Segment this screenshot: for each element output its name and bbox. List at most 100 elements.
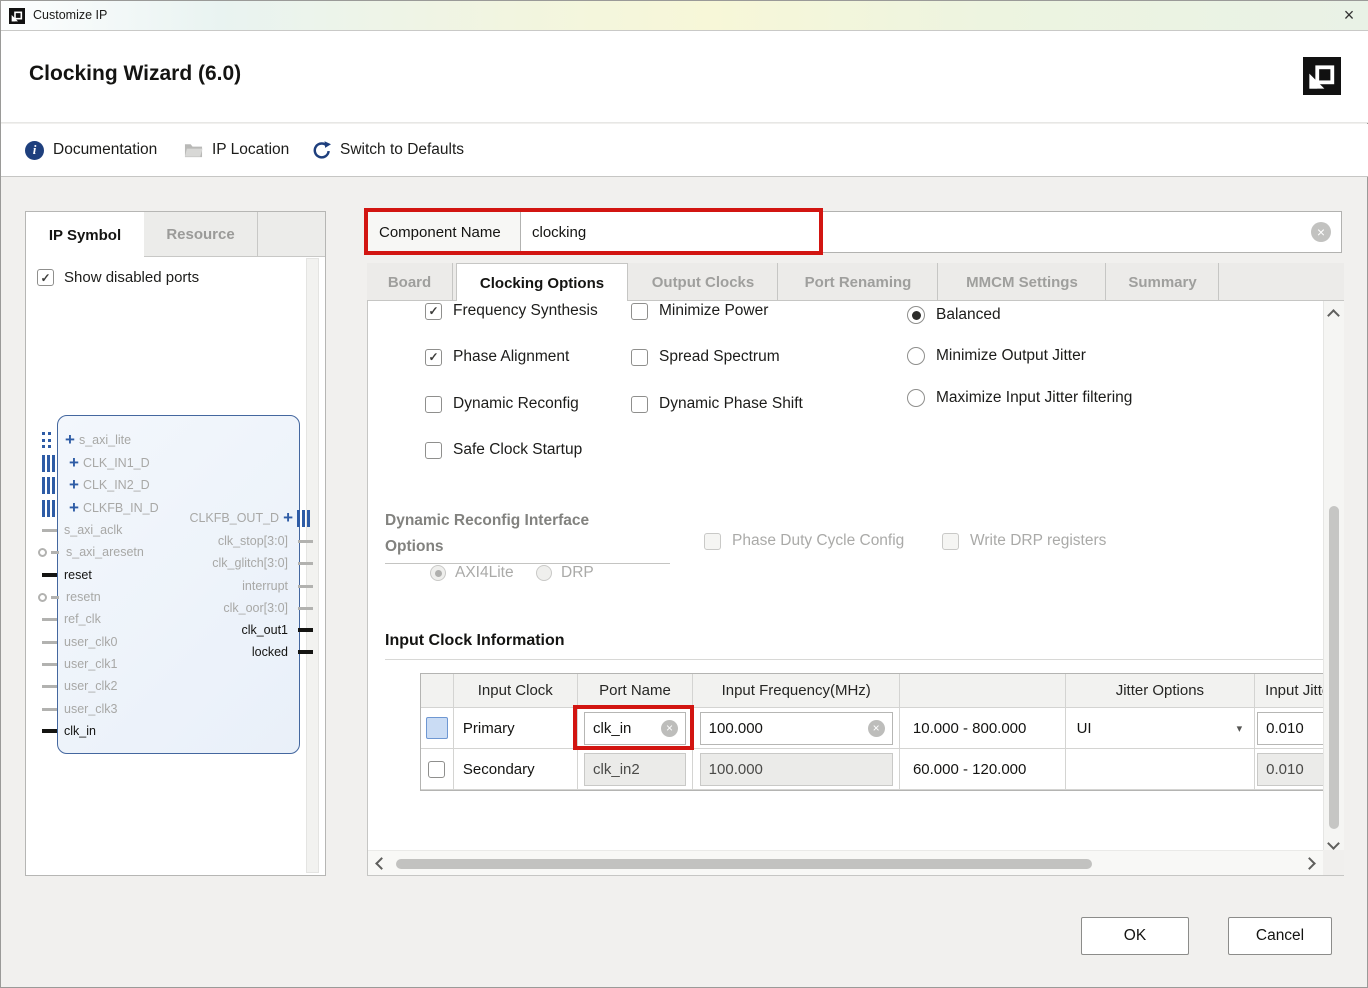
input-jitter-input[interactable]: 0.010 [1257, 712, 1324, 745]
balanced-radio[interactable] [907, 306, 925, 324]
switch-to-defaults-button[interactable]: Switch to Defaults [312, 124, 464, 176]
port-clkfb-out-d: CLKFB_OUT_D + [189, 507, 310, 529]
close-icon[interactable]: × [1333, 1, 1365, 30]
dialog-header: Clocking Wizard (6.0) [1, 31, 1368, 123]
port-clk-oor: clk_oor[3:0] [223, 597, 313, 619]
axi4lite-row: AXI4Lite [430, 564, 514, 582]
col-input-frequency: Input Frequency(MHz) [693, 674, 900, 708]
expand-plus-icon[interactable]: + [283, 510, 293, 526]
expand-plus-icon[interactable]: + [69, 500, 79, 516]
port-interrupt: interrupt [242, 575, 313, 597]
safe-clock-startup-checkbox[interactable] [425, 442, 442, 459]
table-row-primary: Primary clk_in × 100.000 × 10.000 - 800.… [421, 708, 1324, 749]
vendor-logo-icon [9, 8, 25, 24]
show-disabled-ports-checkbox[interactable]: ✓ [37, 269, 54, 286]
documentation-label: Documentation [53, 141, 157, 159]
clear-icon[interactable]: × [868, 720, 885, 737]
tab-port-renaming[interactable]: Port Renaming [779, 263, 938, 301]
jitter-options-dropdown[interactable]: UI ▾ [1066, 708, 1256, 749]
spread-spectrum-checkbox[interactable] [631, 349, 648, 366]
port-clk-in: clk_in [42, 720, 96, 742]
secondary-row-checkbox[interactable] [428, 761, 445, 778]
scroll-up-icon[interactable] [1327, 309, 1340, 322]
inverted-pin-icon [38, 548, 47, 557]
primary-row-selector[interactable] [426, 717, 448, 739]
tab-output-clocks[interactable]: Output Clocks [629, 263, 778, 301]
expand-plus-icon[interactable]: + [69, 455, 79, 471]
dynamic-phase-shift-row: Dynamic Phase Shift [631, 395, 803, 413]
port-clk-glitch: clk_glitch[3:0] [212, 552, 313, 574]
component-name-input[interactable]: clocking × [520, 211, 1342, 253]
bus-pin-icon [42, 500, 55, 517]
expand-plus-icon[interactable]: + [69, 477, 79, 493]
tab-clocking-options[interactable]: Clocking Options [456, 263, 628, 302]
show-disabled-ports-row: ✓ Show disabled ports [37, 269, 199, 286]
phase-alignment-checkbox[interactable]: ✓ [425, 349, 442, 366]
show-disabled-ports-label: Show disabled ports [64, 269, 199, 286]
drp-row: DRP [536, 564, 594, 582]
signal-pin-icon [42, 641, 57, 644]
page-title: Clocking Wizard (6.0) [29, 62, 241, 86]
input-jitter-input: 0.010 [1257, 753, 1324, 786]
signal-pin-icon [51, 596, 59, 599]
vertical-scrollbar-thumb[interactable] [1329, 506, 1339, 829]
jitter-options-cell [1066, 749, 1256, 790]
port-clk-in2-d: + CLK_IN2_D [42, 474, 150, 496]
drp-radio [536, 565, 552, 581]
port-s-axi-lite: + s_axi_lite [42, 429, 131, 451]
signal-pin-icon [298, 628, 313, 632]
write-drp-registers-checkbox [942, 533, 959, 550]
scroll-left-icon[interactable] [375, 857, 388, 870]
signal-pin-icon [298, 562, 313, 565]
safe-clock-startup-row: Safe Clock Startup [425, 441, 582, 459]
tab-summary[interactable]: Summary [1107, 263, 1219, 301]
frequency-range: 60.000 - 120.000 [900, 749, 1066, 790]
check-icon: ✓ [428, 304, 438, 318]
dynamic-reconfig-checkbox[interactable] [425, 396, 442, 413]
vendor-logo-icon [1303, 57, 1341, 95]
port-name-input[interactable]: clk_in × [584, 712, 686, 745]
ip-location-button[interactable]: IP Location [184, 124, 289, 176]
switch-to-defaults-label: Switch to Defaults [340, 141, 464, 159]
clear-icon[interactable]: × [661, 720, 678, 737]
tab-board[interactable]: Board [367, 263, 453, 301]
col-port-name: Port Name [578, 674, 694, 708]
horizontal-scrollbar[interactable] [368, 850, 1323, 875]
dynamic-reconfig-row: Dynamic Reconfig [425, 395, 579, 413]
scroll-down-icon[interactable] [1327, 837, 1340, 850]
bus-pin-icon [42, 455, 55, 472]
port-resetn: resetn [38, 586, 101, 608]
minimize-output-jitter-radio[interactable] [907, 347, 925, 365]
ip-location-label: IP Location [212, 141, 289, 159]
refresh-icon [312, 141, 331, 160]
maximize-input-jitter-filtering-radio[interactable] [907, 389, 925, 407]
table-row-secondary: Secondary clk_in2 100.000 60.000 - 120.0… [421, 749, 1324, 790]
horizontal-scrollbar-thumb[interactable] [396, 859, 1092, 869]
chevron-down-icon: ▾ [1237, 722, 1243, 735]
dynamic-phase-shift-checkbox[interactable] [631, 396, 648, 413]
maximize-input-jitter-filtering-row: Maximize Input Jitter filtering [907, 389, 1132, 407]
port-ref-clk: ref_clk [42, 608, 101, 630]
window-title: Customize IP [33, 8, 107, 22]
documentation-button[interactable]: i Documentation [25, 124, 157, 176]
signal-pin-icon [42, 708, 57, 711]
frequency-synthesis-checkbox[interactable]: ✓ [425, 303, 442, 320]
vertical-scrollbar[interactable] [1323, 301, 1344, 875]
port-clk-in1-d: + CLK_IN1_D [42, 452, 150, 474]
scrollbar-corner [1323, 850, 1344, 875]
expand-plus-icon[interactable]: + [65, 432, 75, 448]
clear-icon[interactable]: × [1311, 222, 1331, 242]
tab-resource[interactable]: Resource [144, 212, 258, 257]
tab-mmcm-settings[interactable]: MMCM Settings [939, 263, 1106, 301]
cancel-button[interactable]: Cancel [1228, 917, 1332, 955]
dynamic-reconfig-section-title: Dynamic Reconfig Interface Options [385, 508, 589, 560]
bus-pin-icon [42, 477, 55, 494]
tab-ip-symbol[interactable]: IP Symbol [26, 212, 144, 258]
scroll-right-icon[interactable] [1303, 857, 1316, 870]
signal-pin-icon [42, 573, 57, 577]
ok-button[interactable]: OK [1081, 917, 1189, 955]
frequency-input[interactable]: 100.000 × [700, 712, 893, 745]
minimize-power-checkbox[interactable] [631, 303, 648, 320]
col-input-clock: Input Clock [454, 674, 578, 708]
port-s-axi-aresetn: s_axi_aresetn [38, 541, 144, 563]
